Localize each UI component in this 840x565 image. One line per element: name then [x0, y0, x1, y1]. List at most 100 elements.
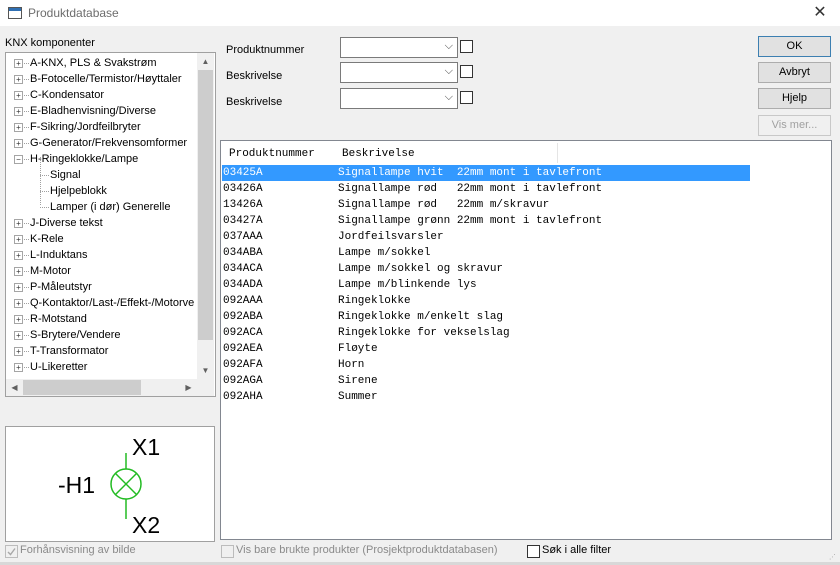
description-filter-checkbox-1[interactable]	[460, 65, 473, 78]
used-only-checkbox[interactable]	[221, 545, 234, 558]
table-row[interactable]: 037AAA Jordfeilsvarsler	[222, 229, 750, 245]
product-number-cell: 092ABA	[223, 311, 263, 323]
tree-connector	[40, 207, 49, 208]
help-button[interactable]: Hjelp	[758, 88, 831, 109]
expand-icon[interactable]: +	[14, 363, 23, 372]
column-divider[interactable]	[557, 143, 558, 163]
expand-icon[interactable]: +	[14, 347, 23, 356]
tree-connector	[24, 79, 29, 80]
tree-item[interactable]: E-Bladhenvisning/Diverse	[30, 103, 156, 119]
preview-toggle-checkbox[interactable]	[5, 545, 18, 558]
expand-icon[interactable]: +	[14, 251, 23, 260]
expand-icon[interactable]: +	[14, 235, 23, 244]
tree-vertical-scrollbar[interactable]: ▲ ▼	[197, 53, 214, 379]
description-filter-checkbox-2[interactable]	[460, 91, 473, 104]
table-row[interactable]: 03425A Signallampe hvit 22mm mont i tavle…	[222, 165, 750, 181]
scroll-down-icon[interactable]: ▼	[197, 362, 214, 379]
tree-connector	[24, 63, 29, 64]
product-number-cell: 03427A	[223, 215, 263, 227]
column-header-product-number[interactable]: Produktnummer	[229, 148, 315, 160]
product-list[interactable]: Produktnummer Beskrivelse 03425A Signalla…	[220, 140, 832, 540]
expand-icon[interactable]: +	[14, 107, 23, 116]
product-number-cell: 092AGA	[223, 375, 263, 387]
tree-item-label: K-Rele	[30, 233, 64, 245]
tree-item[interactable]: Hjelpeblokk	[50, 183, 107, 199]
tree-item-label: Q-Kontaktor/Last-/Effekt-/Motorve	[30, 297, 195, 309]
expand-icon[interactable]: +	[14, 123, 23, 132]
tree-item[interactable]: M-Motor	[30, 263, 71, 279]
expand-icon[interactable]: +	[14, 219, 23, 228]
lamp-symbol-icon: -H1 X1 X2	[58, 434, 160, 538]
tree-item-label: M-Motor	[30, 265, 71, 277]
expand-icon[interactable]: +	[14, 331, 23, 340]
tree-item[interactable]: Signal	[50, 167, 81, 183]
tree-item[interactable]: R-Motstand	[30, 311, 87, 327]
table-row[interactable]: 092ABA Ringeklokke m/enkelt slag	[222, 309, 750, 325]
tree-item[interactable]: A-KNX, PLS & Svakstrøm	[30, 55, 157, 71]
tree-item-label: R-Motstand	[30, 313, 87, 325]
description-cell: Signallampe rød 22mm mont i tavlefront	[338, 183, 603, 195]
show-more-button[interactable]: Vis mer...	[758, 115, 831, 136]
description-combo-1[interactable]: ⌵	[340, 62, 458, 83]
tree-item-label: Lamper (i dør) Generelle	[50, 201, 171, 213]
scroll-right-icon[interactable]: ▶	[180, 379, 197, 396]
tree-item[interactable]: C-Kondensator	[30, 87, 104, 103]
cancel-button[interactable]: Avbryt	[758, 62, 831, 83]
table-row[interactable]: 092AFA Horn	[222, 357, 750, 373]
component-tree[interactable]: A-KNX, PLS & Svakstrøm + B-Fotocelle/Termi…	[5, 52, 216, 397]
tree-horizontal-scroll-thumb[interactable]	[23, 380, 141, 395]
tree-item-label: B-Fotocelle/Termistor/Høyttaler	[30, 73, 182, 85]
table-row[interactable]: 092AAA Ringeklokke	[222, 293, 750, 309]
expand-icon[interactable]: +	[14, 91, 23, 100]
tree-item-label: A-KNX, PLS & Svakstrøm	[30, 57, 157, 69]
tree-item[interactable]: Q-Kontaktor/Last-/Effekt-/Motorve	[30, 295, 194, 311]
expand-icon[interactable]: +	[14, 299, 23, 308]
table-row[interactable]: 13426A Signallampe rød 22mm m/skravur	[222, 197, 750, 213]
table-row[interactable]: 092AGA Sirene	[222, 373, 750, 389]
expand-icon[interactable]: +	[14, 283, 23, 292]
column-header-description[interactable]: Beskrivelse	[342, 148, 415, 160]
tree-connector	[40, 191, 49, 192]
resize-grip-icon[interactable]: ⋰	[829, 553, 837, 561]
tree-item[interactable]: G-Generator/Frekvensomformer	[30, 135, 187, 151]
table-row[interactable]: 034ACA Lampe m/sokkel og skravur	[222, 261, 750, 277]
tree-item[interactable]: J-Diverse tekst	[30, 215, 103, 231]
table-row[interactable]: 092AHA Summer	[222, 389, 750, 405]
tree-item[interactable]: H-Ringeklokke/Lampe	[30, 151, 138, 167]
expand-icon[interactable]: +	[14, 267, 23, 276]
scroll-up-icon[interactable]: ▲	[197, 53, 214, 70]
tree-horizontal-scrollbar[interactable]: ◀ ▶	[6, 379, 197, 396]
tree-item[interactable]: Lamper (i dør) Generelle	[50, 199, 170, 215]
tree-item[interactable]: S-Brytere/Vendere	[30, 327, 121, 343]
table-row[interactable]: 03427A Signallampe grønn 22mm mont i tavl…	[222, 213, 750, 229]
search-all-checkbox[interactable]	[527, 545, 540, 558]
tree-connector	[24, 367, 29, 368]
ok-button[interactable]: OK	[758, 36, 831, 57]
expand-icon[interactable]: +	[14, 139, 23, 148]
close-icon[interactable]: ✕	[810, 3, 830, 23]
expand-icon[interactable]: +	[14, 59, 23, 68]
tree-item[interactable]: K-Rele	[30, 231, 64, 247]
tree-item[interactable]: L-Induktans	[30, 247, 87, 263]
description-combo-2[interactable]: ⌵	[340, 88, 458, 109]
product-number-combo[interactable]: ⌵	[340, 37, 458, 58]
expand-icon[interactable]: +	[14, 315, 23, 324]
tree-item-label: P-Måleutstyr	[30, 281, 92, 293]
tree-item[interactable]: T-Transformator	[30, 343, 108, 359]
tree-vertical-scroll-thumb[interactable]	[198, 70, 213, 340]
tree-item[interactable]: P-Måleutstyr	[30, 279, 92, 295]
product-number-filter-checkbox[interactable]	[460, 40, 473, 53]
tree-item[interactable]: F-Sikring/Jordfeilbryter	[30, 119, 141, 135]
scroll-left-icon[interactable]: ◀	[6, 379, 23, 396]
table-row[interactable]: 034ADA Lampe m/blinkende lys	[222, 277, 750, 293]
table-row[interactable]: 092AEA Fløyte	[222, 341, 750, 357]
tree-item[interactable]: U-Likeretter	[30, 359, 87, 375]
tree-item[interactable]: B-Fotocelle/Termistor/Høyttaler	[30, 71, 182, 87]
expand-icon[interactable]: +	[14, 75, 23, 84]
collapse-icon[interactable]: −	[14, 155, 23, 164]
table-row[interactable]: 034ABA Lampe m/sokkel	[222, 245, 750, 261]
filter-label-description-2: Beskrivelse	[226, 96, 283, 108]
table-row[interactable]: 03426A Signallampe rød 22mm mont i tavlef…	[222, 181, 750, 197]
tree-item-label: J-Diverse tekst	[30, 217, 103, 229]
table-row[interactable]: 092ACA Ringeklokke for vekselslag	[222, 325, 750, 341]
